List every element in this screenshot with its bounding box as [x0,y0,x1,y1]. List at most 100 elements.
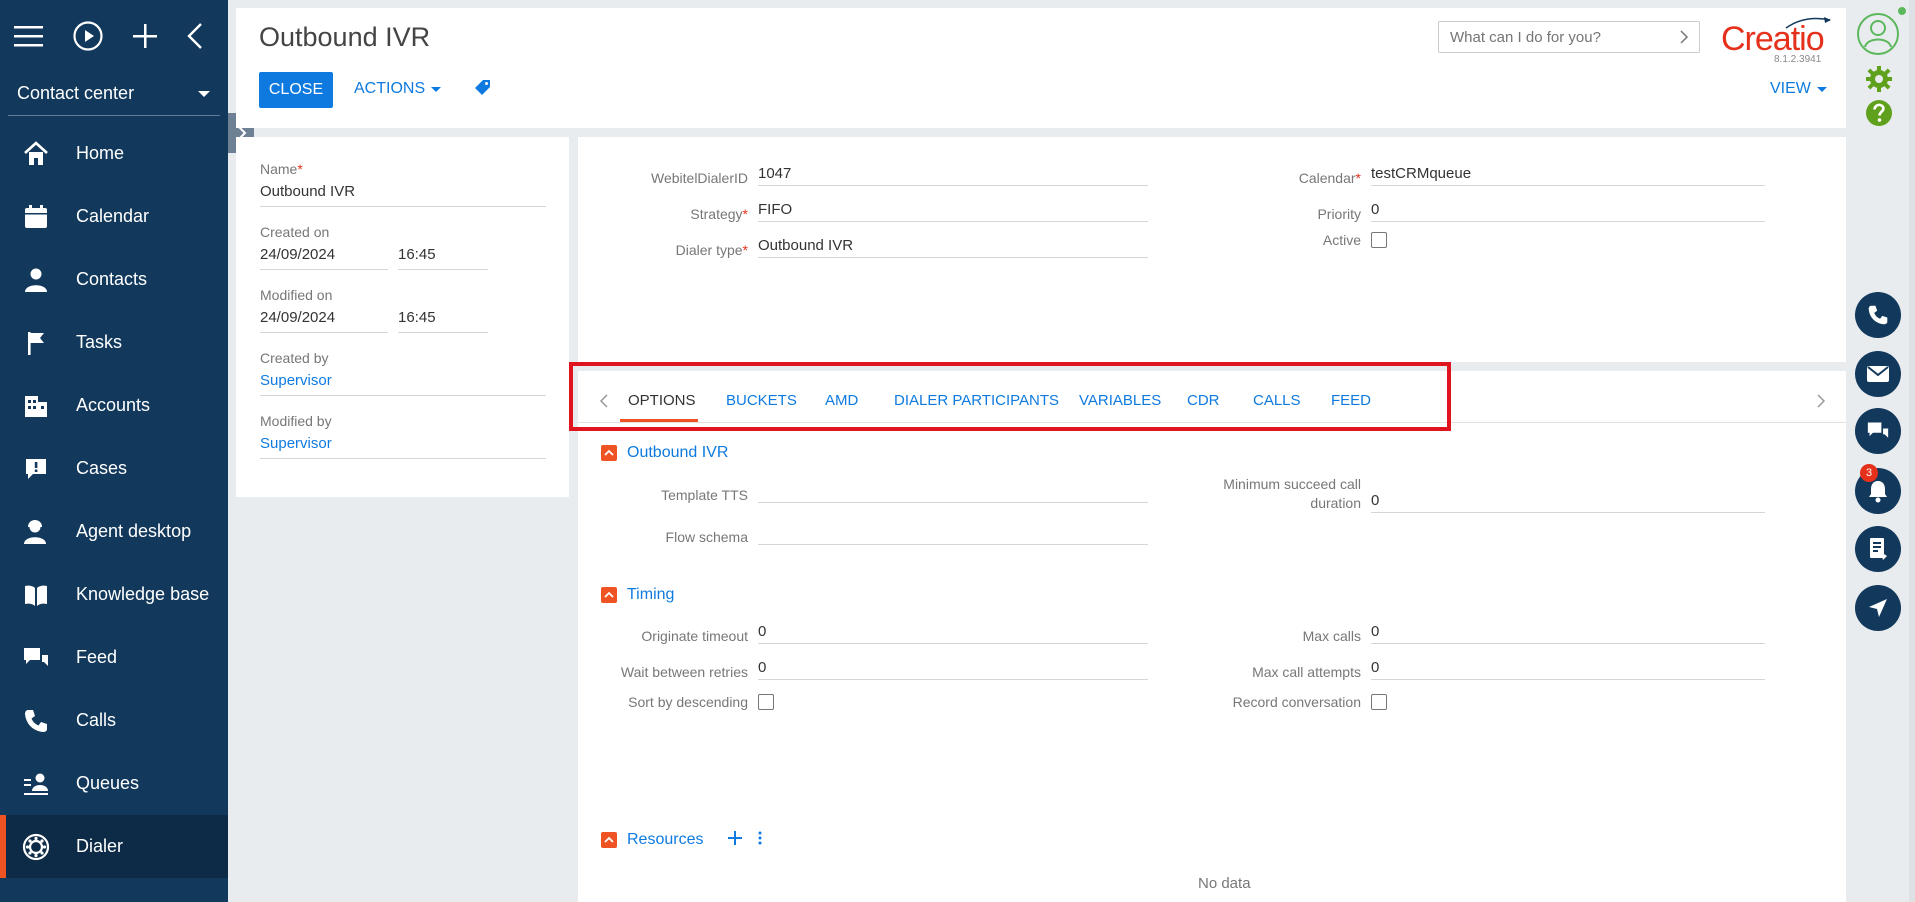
modified-on-time[interactable]: 16:45 [398,309,488,333]
calendar-field: Calendar* testCRMqueue [1178,160,1765,186]
agent-icon [22,518,50,546]
add-icon[interactable] [727,830,743,849]
tag-icon[interactable] [474,78,492,99]
sidebar-item-tasks[interactable]: Tasks [0,311,228,374]
sidebar-item-cases[interactable]: Cases [0,437,228,500]
min-succeed-duration-label: Minimum succeed call duration [1223,476,1361,511]
help-icon[interactable] [1865,99,1893,130]
tab-dialer-participants[interactable]: DIALER PARTICIPANTS [894,392,1059,409]
tasks-button[interactable] [1855,526,1901,572]
modified-by-field: Modified by Supervisor [260,413,546,459]
webitel-dialer-id-input[interactable]: 1047 [758,160,1148,186]
page-header: Outbound IVR CLOSE ACTIONS Creatio 8.1.2… [236,8,1846,128]
sidebar-item-knowledge-base[interactable]: Knowledge base [0,563,228,626]
sidebar-item-agent-desktop[interactable]: Agent desktop [0,500,228,563]
section-resources[interactable]: Resources [601,830,763,849]
sidebar-item-calls[interactable]: Calls [0,689,228,752]
sidebar-item-accounts[interactable]: Accounts [0,374,228,437]
name-field: Name* Outbound IVR [260,161,546,207]
user-avatar-icon[interactable] [1856,12,1900,59]
active-tab-underline [620,419,698,422]
sidebar-item-label: Agent desktop [76,521,192,541]
active-checkbox[interactable] [1371,232,1387,248]
actions-button[interactable]: ACTIONS [354,80,442,98]
collapse-icon[interactable] [601,831,617,848]
sort-descending-checkbox[interactable] [758,694,774,710]
sidebar-item-feed[interactable]: Feed [0,626,228,689]
play-icon[interactable] [72,20,104,52]
required-marker: * [1355,170,1361,186]
no-data-text: No data [1198,875,1251,892]
email-button[interactable] [1855,351,1901,397]
sidebar-item-label: Accounts [76,395,151,415]
chevron-left-icon[interactable] [599,393,609,409]
section-outbound-ivr[interactable]: Outbound IVR [601,444,728,462]
actions-label: ACTIONS [354,80,426,97]
tab-feed[interactable]: FEED [1331,392,1371,409]
sidebar-item-label: Home [76,143,125,163]
notification-count-badge: 3 [1860,464,1878,482]
max-calls-input[interactable]: 0 [1371,618,1765,644]
created-on-date[interactable]: 24/09/2024 [260,246,388,270]
collapse-icon[interactable] [601,587,617,603]
menu-icon[interactable] [14,24,44,48]
collapse-left-icon[interactable] [186,22,204,50]
section-timing[interactable]: Timing [601,586,674,604]
more-options-icon[interactable] [757,830,763,849]
sidebar-item-calendar[interactable]: Calendar [0,185,228,248]
wait-between-retries-input[interactable]: 0 [758,654,1148,680]
workspace-selector[interactable]: Contact center [8,72,220,116]
tab-buckets[interactable]: BUCKETS [726,392,797,409]
created-on-time[interactable]: 16:45 [398,246,488,270]
chevron-right-icon[interactable] [1816,393,1826,409]
sidebar-item-dialer[interactable]: Dialer [0,815,228,878]
calendar-icon [22,203,50,231]
gear-icon[interactable] [1865,65,1893,96]
priority-input[interactable]: 0 [1371,196,1765,222]
created-by-link[interactable]: Supervisor [260,372,546,396]
collapse-icon[interactable] [601,445,617,461]
section-title: Outbound IVR [627,444,729,461]
modified-by-link[interactable]: Supervisor [260,435,546,459]
tab-options[interactable]: OPTIONS [628,392,696,409]
sidebar-item-label: Feed [76,647,118,667]
sidebar-item-home[interactable]: Home [0,122,228,185]
notifications-button[interactable]: 3 [1855,464,1901,514]
max-call-attempts-label: Max call attempts [1252,664,1361,680]
page-scrollbar[interactable] [1909,0,1915,902]
chat-button[interactable] [1855,408,1901,454]
strategy-select[interactable]: FIFO [758,196,1148,222]
plus-icon[interactable] [132,23,158,49]
name-input[interactable]: Outbound IVR [260,183,546,207]
communication-panel: 3 [1847,0,1915,902]
dialer-type-select[interactable]: Outbound IVR [758,232,1148,258]
modified-on-date[interactable]: 24/09/2024 [260,309,388,333]
sidebar: Contact center Home Calendar Contacts Ta… [0,0,228,902]
record-conversation-checkbox[interactable] [1371,694,1387,710]
sidebar-item-contacts[interactable]: Contacts [0,248,228,311]
originate-timeout-input[interactable]: 0 [758,618,1148,644]
flow-schema-input[interactable] [758,519,1148,545]
max-call-attempts-input[interactable]: 0 [1371,654,1765,680]
alert-bubble-icon [22,455,50,483]
main-fields-panel: WebitelDialerID 1047 Strategy* FIFO Dial… [578,137,1846,362]
sidebar-item-queues[interactable]: Queues [0,752,228,815]
close-button[interactable]: CLOSE [259,72,333,108]
send-button[interactable] [1855,585,1901,631]
template-tts-input[interactable] [758,477,1148,503]
max-call-attempts-field: Max call attempts 0 [1178,654,1765,680]
tab-amd[interactable]: AMD [825,392,858,409]
tab-calls[interactable]: CALLS [1253,392,1301,409]
view-button[interactable]: VIEW [1770,80,1827,98]
required-marker: * [297,161,303,177]
tab-bar: OPTIONS BUCKETS AMD DIALER PARTICIPANTS … [578,371,1846,423]
flag-icon [22,329,50,357]
chevron-right-icon[interactable] [1679,29,1689,45]
phone-button[interactable] [1855,292,1901,338]
command-search[interactable] [1438,21,1700,53]
min-succeed-duration-input[interactable]: 0 [1371,487,1765,513]
tab-variables[interactable]: VARIABLES [1079,392,1161,409]
tab-cdr[interactable]: CDR [1187,392,1220,409]
search-input[interactable] [1450,28,1670,46]
calendar-lookup[interactable]: testCRMqueue [1371,160,1765,186]
